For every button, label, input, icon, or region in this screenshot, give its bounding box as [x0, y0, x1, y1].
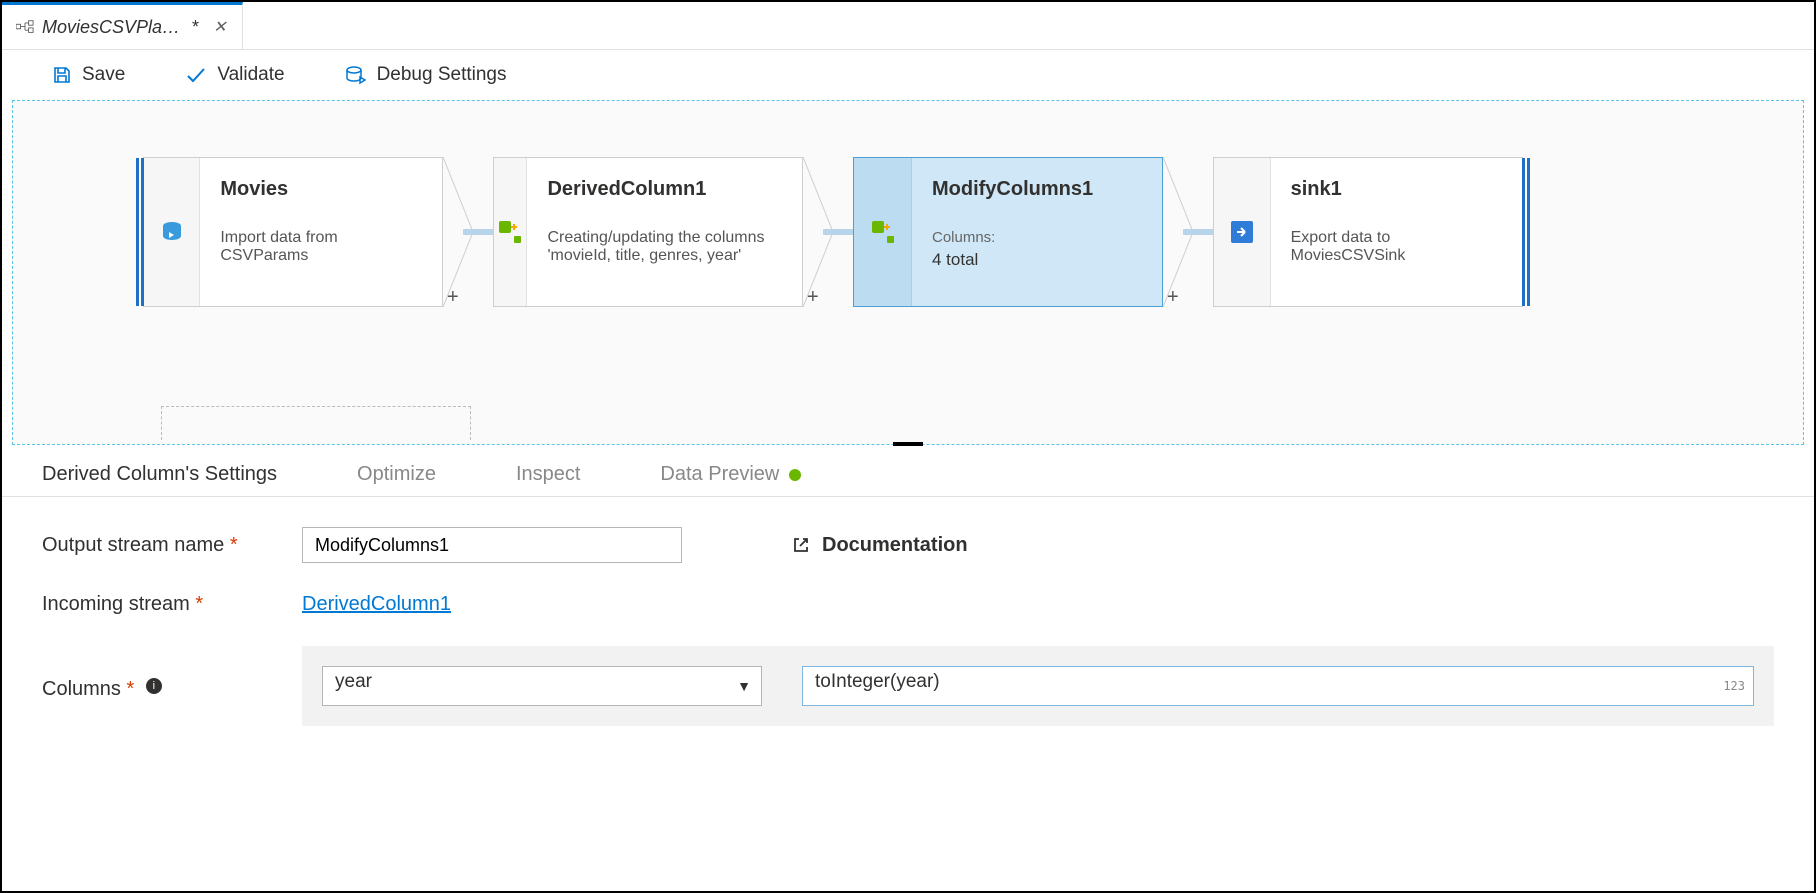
documentation-link[interactable]: Documentation: [792, 534, 968, 557]
row-output-stream: Output stream name * Documentation: [42, 527, 1774, 563]
output-stream-label: Output stream name *: [42, 534, 302, 557]
validate-label: Validate: [217, 64, 284, 86]
close-icon[interactable]: ✕: [211, 17, 228, 37]
node-desc-value: 4 total: [932, 250, 1114, 270]
row-columns: Columns * i year ▼ toInteger(year) 123: [42, 646, 1774, 726]
node-desc-label: Columns:: [932, 229, 1114, 246]
node-title: ModifyColumns1: [932, 178, 1114, 201]
tab-optimize[interactable]: Optimize: [357, 463, 436, 486]
flow-row: Movies Import data from CSVParams + Deri…: [143, 157, 1773, 307]
node-desc: Export data to MoviesCSVSink: [1291, 229, 1504, 265]
type-badge: 123: [1723, 679, 1745, 693]
tab-title: MoviesCSVPla…: [42, 17, 180, 38]
check-icon: [185, 65, 207, 85]
dataflow-canvas[interactable]: Movies Import data from CSVParams + Deri…: [12, 100, 1804, 445]
node-desc: Creating/updating the columns 'movieId, …: [547, 229, 784, 265]
add-node-button[interactable]: +: [807, 286, 819, 309]
panel-resize-handle[interactable]: [893, 442, 923, 446]
tab-data-preview[interactable]: Data Preview: [660, 463, 801, 486]
chevron-down-icon: ▼: [737, 678, 751, 694]
debug-settings-icon: [345, 64, 367, 86]
info-icon[interactable]: i: [146, 678, 162, 694]
node-icon-sink: [1214, 158, 1271, 306]
node-sink1[interactable]: sink1 Export data to MoviesCSVSink: [1213, 157, 1523, 307]
status-dot-icon: [789, 469, 801, 481]
connector: +: [803, 157, 853, 307]
panel-tabs: Derived Column's Settings Optimize Inspe…: [2, 445, 1814, 497]
row-incoming-stream: Incoming stream * DerivedColumn1: [42, 593, 1774, 616]
node-title: Movies: [220, 178, 424, 201]
columns-editor: year ▼ toInteger(year) 123: [302, 646, 1774, 726]
validate-button[interactable]: Validate: [185, 64, 284, 86]
debug-settings-button[interactable]: Debug Settings: [345, 64, 507, 86]
incoming-stream-label: Incoming stream *: [42, 593, 302, 616]
toolbar: Save Validate Debug Settings: [2, 50, 1814, 100]
connector: +: [443, 157, 493, 307]
required-asterisk: *: [230, 534, 238, 556]
node-derivedcolumn1[interactable]: DerivedColumn1 Creating/updating the col…: [493, 157, 803, 307]
column-expression-input[interactable]: toInteger(year) 123: [802, 666, 1754, 706]
dataflow-icon: [16, 20, 34, 34]
dashed-placeholder: [161, 406, 471, 440]
output-stream-input[interactable]: [302, 527, 682, 563]
save-label: Save: [82, 64, 125, 86]
connector: +: [1163, 157, 1213, 307]
columns-label: Columns * i: [42, 672, 302, 701]
external-link-icon: [792, 536, 810, 554]
add-node-button[interactable]: +: [1167, 286, 1179, 309]
node-title: DerivedColumn1: [547, 178, 784, 201]
save-button[interactable]: Save: [52, 64, 125, 86]
tab-inspect[interactable]: Inspect: [516, 463, 580, 486]
node-title: sink1: [1291, 178, 1504, 201]
debug-settings-label: Debug Settings: [377, 64, 507, 86]
node-icon-derived: [854, 158, 912, 306]
tab-bar: MoviesCSVPla… * ✕: [2, 2, 1814, 50]
column-name-select[interactable]: year ▼: [322, 666, 762, 706]
tab-dataflow[interactable]: MoviesCSVPla… * ✕: [2, 2, 243, 49]
tab-dirty-indicator: *: [188, 17, 203, 38]
node-handle-left[interactable]: [136, 158, 144, 306]
incoming-stream-link[interactable]: DerivedColumn1: [302, 593, 451, 616]
node-icon-derived: [494, 158, 527, 306]
required-asterisk: *: [126, 678, 134, 700]
node-desc: Import data from CSVParams: [220, 229, 424, 265]
required-asterisk: *: [195, 593, 203, 615]
add-node-button[interactable]: +: [447, 286, 459, 309]
node-handle-right[interactable]: [1522, 158, 1530, 306]
node-modifycolumns1[interactable]: ModifyColumns1 Columns: 4 total: [853, 157, 1163, 307]
node-movies[interactable]: Movies Import data from CSVParams: [143, 157, 443, 307]
tab-settings[interactable]: Derived Column's Settings: [42, 463, 277, 486]
node-icon-source: [144, 158, 200, 306]
settings-panel: Output stream name * Documentation Incom…: [2, 497, 1814, 726]
save-icon: [52, 65, 72, 85]
